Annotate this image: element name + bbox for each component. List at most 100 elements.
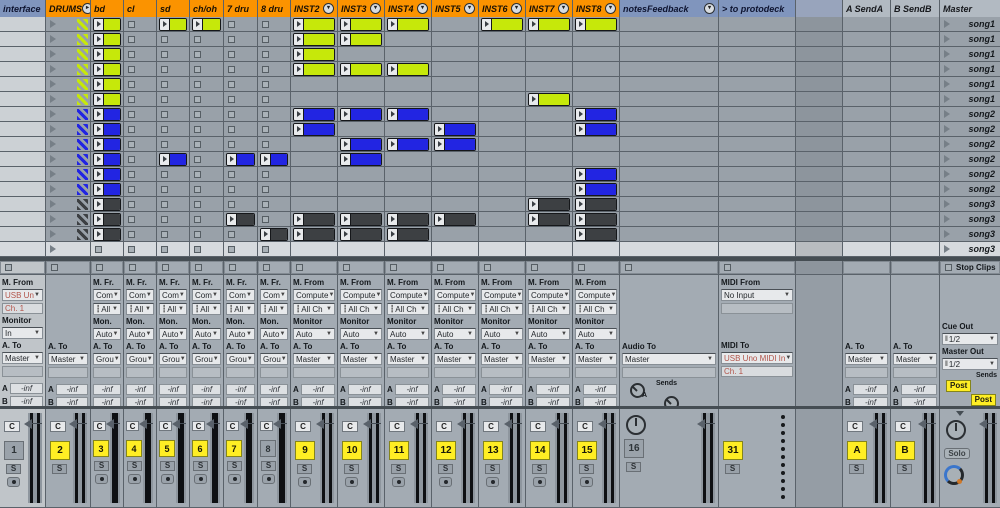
clip-slot[interactable] (0, 92, 45, 106)
io-dropdown[interactable]: Master▼ (893, 353, 937, 365)
volume-fader[interactable] (320, 413, 334, 503)
clip[interactable] (93, 18, 121, 31)
clip-stop-button[interactable] (128, 246, 135, 253)
clip-slot[interactable] (91, 227, 123, 241)
clip[interactable] (575, 108, 617, 121)
clip-slot[interactable] (124, 62, 156, 76)
scene-name[interactable]: song2 (968, 139, 1000, 149)
track-activator[interactable]: 14 (530, 441, 550, 460)
clip-slot[interactable] (291, 17, 337, 31)
io-dropdown[interactable]: ┇All Ch▼ (434, 303, 476, 315)
send-amount[interactable]: -inf (93, 384, 121, 395)
scene-play-icon[interactable] (944, 125, 968, 133)
solo-button[interactable]: S (897, 464, 912, 474)
clip-slot[interactable] (526, 77, 572, 91)
clip-slot[interactable] (719, 77, 795, 91)
pan-control[interactable]: C (295, 421, 311, 432)
fader-handle-icon[interactable] (499, 419, 512, 429)
clip-slot[interactable] (385, 47, 431, 61)
clip-slot[interactable] (620, 92, 718, 106)
clip-slot[interactable] (91, 152, 123, 166)
io-dropdown[interactable]: Auto▼ (387, 328, 429, 340)
clip[interactable] (93, 198, 121, 211)
clip-play-icon[interactable] (576, 229, 586, 240)
clip-slot[interactable] (190, 17, 223, 31)
scene-play-icon[interactable] (944, 230, 968, 238)
send-b-knob[interactable] (664, 396, 679, 406)
clip-slot[interactable] (91, 17, 123, 31)
clip[interactable] (293, 18, 335, 31)
send-amount[interactable]: -inf (126, 397, 154, 406)
clip-slot[interactable] (891, 32, 939, 46)
io-dropdown[interactable]: Master▼ (575, 353, 617, 365)
scene-name[interactable]: song1 (968, 79, 1000, 89)
clip-slot[interactable] (190, 242, 223, 256)
clip-slot[interactable] (258, 17, 290, 31)
clip-slot[interactable] (526, 212, 572, 226)
io-dropdown[interactable]: Compute▼ (528, 289, 570, 301)
clip-slot[interactable] (479, 137, 525, 151)
track-header-bd[interactable]: bd (91, 0, 123, 17)
scene-name[interactable]: song2 (968, 169, 1000, 179)
clip-slot[interactable] (620, 212, 718, 226)
io-dropdown[interactable]: ┇All▼ (93, 303, 121, 315)
stop-all-cell-inst6[interactable] (479, 261, 525, 274)
clip[interactable] (293, 213, 335, 226)
io-dropdown[interactable]: Master▼ (340, 353, 382, 365)
track-header-inst8[interactable]: INST8▾ (573, 0, 619, 17)
clip-slot[interactable] (385, 77, 431, 91)
clip-slot[interactable] (91, 62, 123, 76)
clip-slot[interactable] (479, 32, 525, 46)
clip-slot[interactable] (224, 242, 257, 256)
clip-stop-button[interactable] (128, 81, 135, 88)
clip-slot[interactable] (258, 242, 290, 256)
volume-fader[interactable] (176, 413, 186, 503)
clip[interactable] (340, 153, 382, 166)
io-dropdown[interactable]: Master▼ (845, 353, 888, 365)
clip-slot[interactable] (91, 182, 123, 196)
clip-play-icon[interactable] (160, 154, 170, 165)
clip-slot[interactable] (573, 212, 619, 226)
clip[interactable] (226, 153, 255, 166)
io-dropdown[interactable]: Auto▼ (159, 328, 187, 340)
track-activator[interactable]: 3 (93, 440, 109, 457)
clip-stop-button[interactable] (194, 186, 201, 193)
clip-stop-button[interactable] (262, 81, 269, 88)
send-amount[interactable]: -inf (192, 397, 221, 406)
clip[interactable] (293, 63, 335, 76)
clip-stop-button[interactable] (262, 141, 269, 148)
clip-slot[interactable] (573, 167, 619, 181)
clip-slot[interactable] (719, 167, 795, 181)
clip-play-icon[interactable] (388, 19, 398, 30)
scene-play-icon[interactable] (944, 110, 968, 118)
send-amount[interactable]: -inf (56, 397, 88, 406)
stop-all-cell-sendb[interactable] (891, 261, 939, 274)
io-dropdown[interactable]: ┇All Ch▼ (575, 303, 617, 315)
solo-button[interactable]: S (391, 464, 406, 474)
clip-slot[interactable] (258, 212, 290, 226)
clip-stop-button[interactable] (194, 216, 201, 223)
clip-slot[interactable] (891, 137, 939, 151)
clip-stop-button[interactable] (128, 111, 135, 118)
clip-play-icon[interactable] (94, 214, 104, 225)
clip-slot[interactable] (479, 197, 525, 211)
track-header-inst6[interactable]: INST6▾ (479, 0, 525, 17)
fader-handle-icon[interactable] (19, 419, 32, 429)
clip-slot[interactable] (479, 107, 525, 121)
clip[interactable] (528, 213, 570, 226)
clip-slot[interactable] (573, 62, 619, 76)
clip[interactable] (93, 183, 121, 196)
scene-name[interactable]: song2 (968, 154, 1000, 164)
group-play-icon[interactable] (50, 50, 56, 58)
track-header-cl[interactable]: cl (124, 0, 156, 17)
clip-slot[interactable] (224, 62, 257, 76)
clip-slot[interactable] (258, 137, 290, 151)
track-activator[interactable]: 7 (226, 440, 242, 457)
clip-slot[interactable] (124, 152, 156, 166)
clip-play-icon[interactable] (576, 124, 586, 135)
send-amount[interactable]: -inf (442, 384, 476, 395)
arm-button[interactable] (194, 474, 207, 484)
scene-launch[interactable]: song1 (940, 49, 1000, 59)
clip-slot[interactable] (291, 62, 337, 76)
clip-slot[interactable]: song1 (940, 62, 1000, 76)
